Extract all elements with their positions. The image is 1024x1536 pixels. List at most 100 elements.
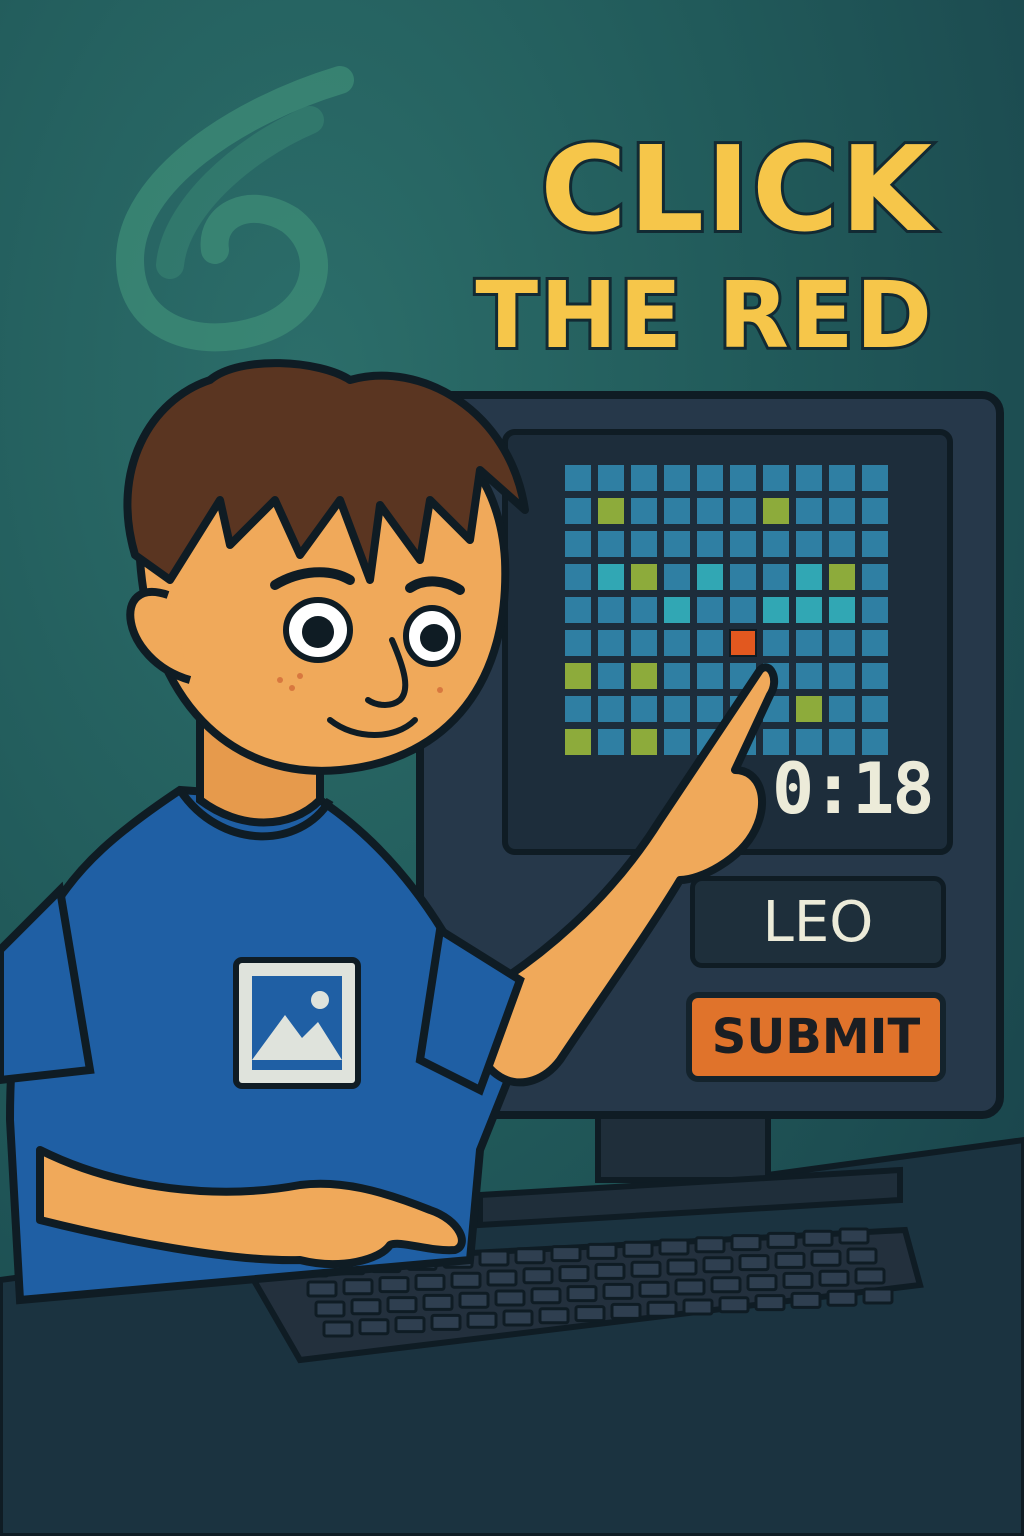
grid-cell[interactable] (796, 531, 822, 557)
grid-cell[interactable] (829, 696, 855, 722)
keyboard-key (730, 1234, 762, 1252)
grid-cell[interactable] (565, 729, 591, 755)
grid-cell[interactable] (664, 630, 690, 656)
grid-cell[interactable] (730, 498, 756, 524)
grid-cell[interactable] (697, 498, 723, 524)
grid-cell[interactable] (730, 531, 756, 557)
grid-cell[interactable] (796, 498, 822, 524)
grid-cell[interactable] (565, 597, 591, 623)
grid-cell[interactable] (697, 465, 723, 491)
grid-cell[interactable] (664, 564, 690, 590)
grid-cell[interactable] (763, 597, 789, 623)
grid-cell[interactable] (763, 498, 789, 524)
grid-cell[interactable] (697, 597, 723, 623)
grid-cell[interactable] (631, 531, 657, 557)
grid-cell[interactable] (697, 564, 723, 590)
grid-cell[interactable] (598, 597, 624, 623)
grid-cell[interactable] (829, 597, 855, 623)
keyboard-key (790, 1291, 822, 1309)
grid-cell[interactable] (796, 564, 822, 590)
grid-cell[interactable] (631, 729, 657, 755)
grid-cell[interactable] (697, 630, 723, 656)
grid-cell[interactable] (763, 564, 789, 590)
grid-cell[interactable] (862, 597, 888, 623)
keyboard-key (522, 1267, 554, 1285)
keyboard-key (810, 1249, 842, 1267)
grid-cell[interactable] (697, 663, 723, 689)
grid-cell[interactable] (796, 465, 822, 491)
grid-cell[interactable] (862, 696, 888, 722)
keyboard-key (818, 1269, 850, 1287)
grid-cell[interactable] (565, 663, 591, 689)
keyboard-key (802, 1229, 834, 1247)
grid-cell[interactable] (664, 498, 690, 524)
grid-cell[interactable] (763, 630, 789, 656)
grid-cell[interactable] (796, 663, 822, 689)
keyboard-key (854, 1267, 886, 1285)
keyboard-key (450, 1271, 482, 1289)
grid-cell[interactable] (763, 465, 789, 491)
grid-cell[interactable] (631, 663, 657, 689)
keyboard-key (694, 1236, 726, 1254)
keyboard-key (350, 1298, 382, 1316)
submit-button[interactable]: SUBMIT (686, 992, 946, 1082)
grid-cell[interactable] (862, 531, 888, 557)
grid-cell[interactable] (862, 564, 888, 590)
grid-cell[interactable] (730, 597, 756, 623)
keyboard-key (846, 1247, 878, 1265)
grid-cell[interactable] (829, 564, 855, 590)
grid-cell[interactable] (598, 630, 624, 656)
grid-cell[interactable] (730, 564, 756, 590)
keyboard-key (682, 1298, 714, 1316)
grid-cell[interactable] (862, 465, 888, 491)
grid-cell[interactable] (664, 663, 690, 689)
grid-cell[interactable] (565, 498, 591, 524)
grid-cell[interactable] (796, 630, 822, 656)
keyboard-key (478, 1249, 510, 1267)
grid-cell[interactable] (631, 465, 657, 491)
grid-cell[interactable] (565, 630, 591, 656)
grid-cell[interactable] (664, 696, 690, 722)
grid-cell[interactable] (664, 597, 690, 623)
grid-cell[interactable] (565, 465, 591, 491)
grid-cell[interactable] (862, 630, 888, 656)
grid-cell[interactable] (631, 498, 657, 524)
keyboard-key (782, 1271, 814, 1289)
grid-cell[interactable] (598, 531, 624, 557)
grid-cell[interactable] (631, 597, 657, 623)
grid-cell[interactable] (598, 729, 624, 755)
grid-cell[interactable] (730, 465, 756, 491)
grid-cell[interactable] (664, 729, 690, 755)
grid-cell[interactable] (697, 696, 723, 722)
grid-cell[interactable] (796, 696, 822, 722)
grid-cell[interactable] (862, 498, 888, 524)
grid-cell[interactable] (631, 696, 657, 722)
grid-cell[interactable] (862, 663, 888, 689)
grid-cell[interactable] (796, 597, 822, 623)
grid-cell[interactable] (829, 531, 855, 557)
player-name-input[interactable] (690, 876, 946, 968)
keyboard-key (550, 1245, 582, 1263)
grid-cell[interactable] (829, 630, 855, 656)
grid-cell[interactable] (829, 465, 855, 491)
grid-cell[interactable] (829, 663, 855, 689)
grid-cell[interactable] (631, 630, 657, 656)
grid-cell[interactable] (565, 696, 591, 722)
keyboard-key (538, 1307, 570, 1325)
grid-cell[interactable] (664, 465, 690, 491)
swirl-decoration (115, 66, 354, 352)
grid-cell[interactable] (598, 696, 624, 722)
grid-cell[interactable] (598, 564, 624, 590)
keyboard-key (638, 1280, 670, 1298)
grid-cell[interactable] (598, 663, 624, 689)
grid-cell[interactable] (664, 531, 690, 557)
grid-cell[interactable] (697, 531, 723, 557)
grid-cell[interactable] (598, 465, 624, 491)
grid-cell[interactable] (598, 498, 624, 524)
grid-cell[interactable] (565, 564, 591, 590)
grid-cell[interactable] (763, 531, 789, 557)
red-target-cell[interactable] (729, 629, 757, 657)
grid-cell[interactable] (565, 531, 591, 557)
grid-cell[interactable] (829, 498, 855, 524)
grid-cell[interactable] (631, 564, 657, 590)
